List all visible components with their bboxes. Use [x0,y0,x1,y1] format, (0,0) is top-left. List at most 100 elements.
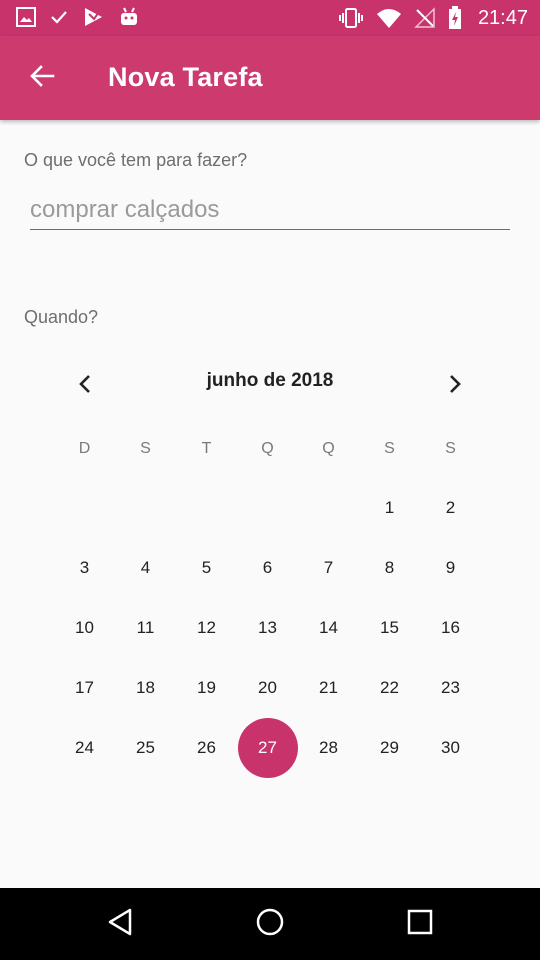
day-number: 25 [136,738,155,757]
wifi-icon [376,7,402,29]
play-store-icon [82,6,104,28]
calendar-day[interactable]: 28 [298,718,359,778]
image-icon [16,7,36,27]
day-number: 1 [384,498,395,517]
nav-recent-icon [406,908,434,941]
battery-charging-icon [448,6,462,30]
calendar-day[interactable]: 10 [54,598,115,658]
calendar-day[interactable]: 29 [359,718,420,778]
weekday-header: D S T Q Q S S [54,440,481,458]
calendar-day[interactable]: 4 [115,538,176,598]
nav-home-button[interactable] [250,904,290,944]
calendar-day[interactable]: 3 [54,538,115,598]
calendar-day[interactable]: 17 [54,658,115,718]
calendar-day[interactable]: 20 [237,658,298,718]
weekday-label: D [78,440,91,457]
calendar-day[interactable]: 6 [237,538,298,598]
day-number: 28 [319,738,338,757]
calendar-day[interactable]: 7 [298,538,359,598]
calendar-day[interactable]: 19 [176,658,237,718]
calendar-day[interactable]: 22 [359,658,420,718]
day-number: 10 [75,618,94,637]
vibrate-icon [338,7,364,29]
calendar-days: 1 2 3 4 5 6 7 8 9 10 11 12 13 14 15 16 17 18 19 20 21 22 23 24 2… [54,478,481,778]
day-number: 19 [197,678,216,697]
calendar-day[interactable]: 14 [298,598,359,658]
calendar-day[interactable]: 1 [359,478,420,538]
day-number: 7 [323,558,334,577]
calendar-day[interactable]: 30 [420,718,481,778]
calendar-day[interactable]: 18 [115,658,176,718]
day-number: 23 [441,678,460,697]
calendar-day-selected[interactable]: 27 [237,718,298,778]
task-input-container [30,190,510,230]
day-number: 12 [197,618,216,637]
day-number: 26 [197,738,216,757]
weekday-label: S [445,440,456,457]
calendar-day[interactable]: 12 [176,598,237,658]
status-time: 21:47 [477,6,528,29]
day-number: 9 [445,558,456,577]
day-number: 24 [75,738,94,757]
nav-back-icon [106,907,134,942]
calendar-day[interactable]: 9 [420,538,481,598]
day-number: 4 [140,558,151,577]
calendar-day[interactable]: 25 [115,718,176,778]
when-label: Quando? [24,307,99,327]
day-number: 11 [136,618,155,637]
weekday-label: Q [261,440,274,457]
back-button[interactable] [22,58,62,98]
task-label: O que você tem para fazer? [24,150,248,170]
check-icon [50,8,68,26]
empty-day-cell [54,478,115,538]
day-number: 3 [79,558,90,577]
day-number: 27 [258,738,277,757]
day-number: 5 [201,558,212,577]
empty-day-cell [176,478,237,538]
weekday-label: T [201,440,212,457]
day-number: 18 [136,678,155,697]
calendar-day[interactable]: 2 [420,478,481,538]
day-number: 16 [441,618,460,637]
calendar-day[interactable]: 24 [54,718,115,778]
weekday-label: Q [322,440,335,457]
android-icon [118,6,140,28]
nav-recent-button[interactable] [400,904,440,944]
day-number: 21 [319,678,338,697]
calendar-day[interactable]: 26 [176,718,237,778]
system-nav-bar [0,888,540,960]
weekday-label: S [384,440,395,457]
calendar-day[interactable]: 8 [359,538,420,598]
day-number: 22 [380,678,399,697]
task-input[interactable] [30,190,510,229]
weekday-label: S [140,440,151,457]
calendar-day[interactable]: 11 [115,598,176,658]
calendar-day[interactable]: 23 [420,658,481,718]
calendar-day[interactable]: 13 [237,598,298,658]
day-number: 15 [380,618,399,637]
empty-day-cell [115,478,176,538]
no-signal-icon [414,7,436,29]
app-bar: Nova Tarefa [0,36,540,120]
arrow-back-icon [29,64,55,92]
calendar-day[interactable]: 5 [176,538,237,598]
page-title: Nova Tarefa [108,62,263,92]
status-bar: 21:47 [0,0,540,36]
main-content: O que você tem para fazer? Quando? junho… [0,120,540,960]
day-number: 29 [380,738,399,757]
nav-back-button[interactable] [100,904,140,944]
calendar-day[interactable]: 15 [359,598,420,658]
day-number: 17 [75,678,94,697]
day-number: 2 [445,498,456,517]
day-number: 8 [384,558,395,577]
nav-home-icon [255,907,285,942]
calendar-day[interactable]: 16 [420,598,481,658]
calendar-day[interactable]: 21 [298,658,359,718]
empty-day-cell [298,478,359,538]
day-number: 13 [258,618,277,637]
day-number: 30 [441,738,460,757]
next-month-button[interactable] [437,368,473,404]
day-number: 14 [319,618,338,637]
day-number: 20 [258,678,277,697]
chevron-right-icon [448,374,462,399]
